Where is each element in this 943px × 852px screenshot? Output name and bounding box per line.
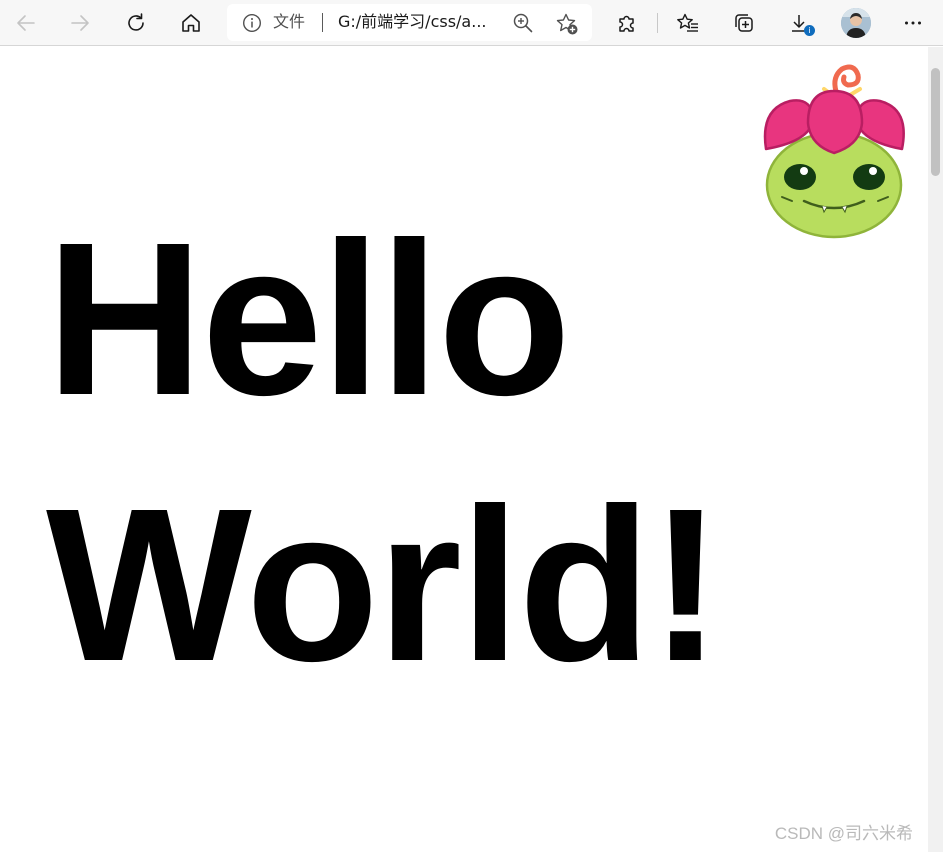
- home-icon: [182, 14, 200, 32]
- home-button[interactable]: [175, 7, 207, 39]
- url-text[interactable]: G:/前端学习/css/a...: [338, 12, 487, 32]
- page-type-label: 文件: [273, 12, 306, 31]
- watermark-text: CSDN @司六米希: [774, 824, 913, 843]
- forward-button[interactable]: [64, 7, 96, 39]
- extensions-button[interactable]: [611, 7, 643, 39]
- heading-line-1: Hello: [46, 198, 571, 441]
- back-button[interactable]: [10, 7, 42, 39]
- zoom-icon: [513, 13, 533, 33]
- more-button[interactable]: [897, 7, 929, 39]
- vertical-scrollbar[interactable]: [928, 47, 943, 852]
- extensions-icon: [619, 15, 634, 32]
- toolbar-divider: [657, 13, 658, 33]
- address-bar[interactable]: 文件 G:/前端学习/css/a...: [227, 4, 592, 41]
- refresh-icon: [128, 13, 144, 31]
- avatar-image: [841, 8, 871, 38]
- zoom-button[interactable]: [511, 11, 535, 35]
- info-icon: [242, 13, 262, 33]
- back-icon: [17, 15, 35, 31]
- page-viewport: Hello World! CSDN @司六米希: [0, 47, 928, 852]
- downloads-button[interactable]: i: [783, 7, 815, 39]
- browser-toolbar: 文件 G:/前端学习/css/a... i: [0, 0, 943, 46]
- address-divider: [322, 13, 323, 32]
- mascot-image: [763, 64, 905, 239]
- hello-world-heading: Hello World!: [46, 187, 722, 719]
- favorites-button[interactable]: [672, 7, 704, 39]
- favorites-icon: [677, 13, 698, 32]
- forward-icon: [71, 15, 89, 31]
- add-favorite-button[interactable]: [554, 11, 580, 37]
- add-favorite-icon: [556, 13, 578, 35]
- refresh-button[interactable]: [120, 7, 152, 39]
- site-info-button[interactable]: [241, 12, 263, 34]
- more-icon: [905, 21, 921, 25]
- profile-avatar[interactable]: [841, 8, 871, 38]
- collections-button[interactable]: [728, 7, 760, 39]
- collections-icon: [735, 14, 753, 32]
- heading-line-2: World!: [46, 464, 722, 707]
- scrollbar-thumb[interactable]: [931, 68, 940, 176]
- downloads-badge: i: [804, 25, 815, 36]
